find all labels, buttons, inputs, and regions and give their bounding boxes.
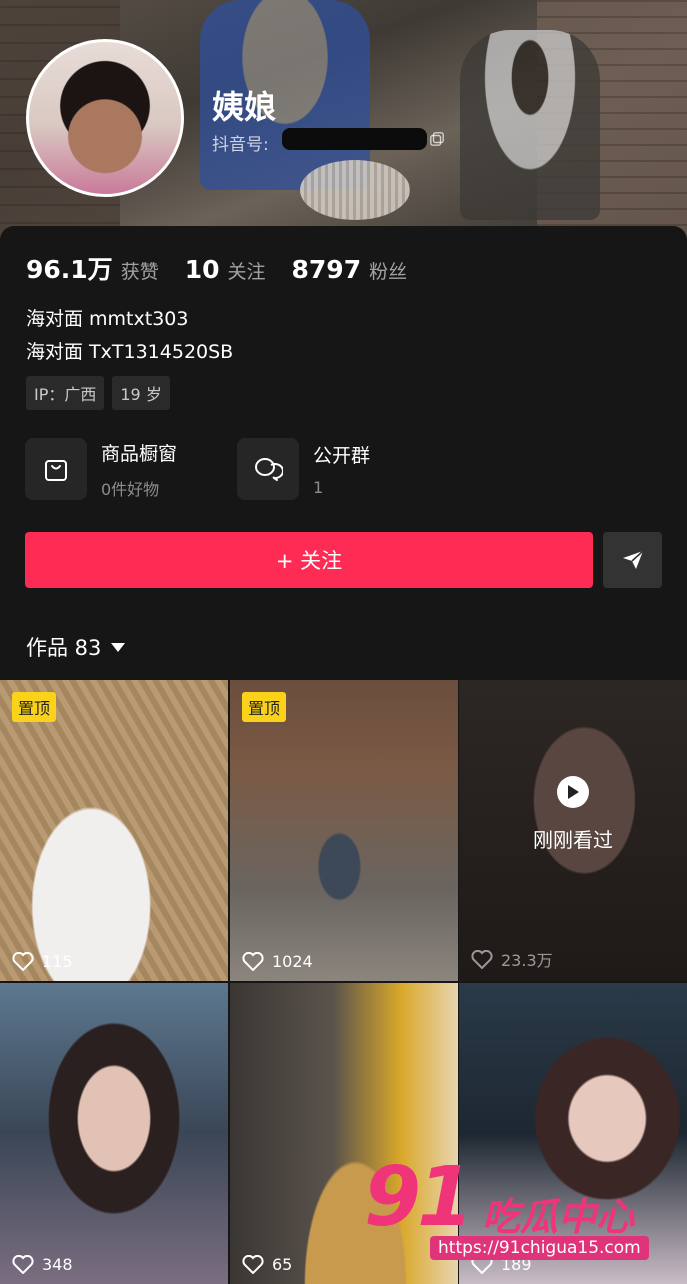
works-tab-label: 作品 83 bbox=[26, 636, 102, 660]
like-count: 348 bbox=[12, 1255, 73, 1274]
like-count-value: 115 bbox=[42, 952, 73, 971]
video-card[interactable]: 348 bbox=[0, 983, 228, 1284]
copy-icon[interactable] bbox=[430, 132, 444, 146]
like-count: 23.3万 bbox=[471, 947, 553, 971]
recently-watched-overlay: 刚刚看过 bbox=[459, 776, 687, 853]
like-count-value: 65 bbox=[272, 1255, 293, 1274]
like-count-value: 23.3万 bbox=[501, 951, 553, 970]
works-tab[interactable]: 作品 83 bbox=[26, 632, 126, 662]
avatar[interactable] bbox=[26, 39, 184, 197]
redacted-id bbox=[282, 128, 427, 150]
heart-icon bbox=[12, 1255, 34, 1274]
stats-row: 96.1万 获赞 10 关注 8797 粉丝 bbox=[26, 250, 433, 286]
play-icon bbox=[557, 776, 589, 808]
video-card[interactable]: 刚刚看过 23.3万 bbox=[459, 680, 687, 981]
like-count: 115 bbox=[12, 952, 73, 971]
feature-subtitle: 0件好物 bbox=[101, 479, 160, 499]
display-name: 姨娘 bbox=[212, 88, 277, 126]
pinned-badge: 置顶 bbox=[242, 692, 287, 722]
stat-label: 粉丝 bbox=[369, 261, 408, 283]
watermark-url: https://91chigua15.com bbox=[430, 1236, 649, 1260]
like-count: 1024 bbox=[242, 952, 313, 971]
age-tag: 19 岁 bbox=[112, 376, 170, 410]
like-count-value: 348 bbox=[42, 1255, 73, 1274]
heart-icon bbox=[242, 1255, 264, 1274]
bio: 海对面 mmtxt303 海对面 TxT1314520SB bbox=[26, 303, 233, 369]
stat-label: 获赞 bbox=[120, 261, 159, 283]
like-count-value: 1024 bbox=[272, 952, 313, 971]
watermark-text: 吃瓜中心 bbox=[482, 1195, 635, 1239]
stat-likes[interactable]: 96.1万 获赞 bbox=[26, 250, 159, 286]
stat-value: 96.1万 bbox=[26, 255, 113, 284]
send-icon bbox=[622, 550, 644, 569]
heart-icon bbox=[12, 952, 34, 971]
ip-tag: IP：广西 bbox=[26, 376, 105, 410]
feature-subtitle: 1 bbox=[313, 478, 324, 497]
stat-followers[interactable]: 8797 粉丝 bbox=[292, 255, 408, 284]
feature-title: 公开群 bbox=[313, 445, 371, 467]
caret-down-icon bbox=[111, 642, 126, 652]
heart-icon bbox=[242, 952, 264, 971]
bio-line: 海对面 mmtxt303 bbox=[26, 308, 189, 330]
feature-title: 商品橱窗 bbox=[101, 442, 178, 465]
public-group-entry[interactable]: 公开群 1 bbox=[237, 438, 370, 500]
shopping-bag-icon bbox=[25, 438, 87, 500]
watermark-number: 91 bbox=[364, 1150, 474, 1245]
stat-label: 关注 bbox=[227, 261, 266, 283]
stat-following[interactable]: 10 关注 bbox=[185, 255, 266, 284]
shop-window-entry[interactable]: 商品橱窗 0件好物 bbox=[25, 438, 177, 500]
chat-bubbles-icon bbox=[237, 438, 299, 500]
stat-value: 8797 bbox=[291, 255, 362, 284]
bio-line: 海对面 TxT1314520SB bbox=[26, 341, 234, 363]
tag-row: IP：广西 19 岁 bbox=[26, 376, 178, 410]
heart-icon bbox=[471, 949, 493, 969]
recently-watched-label: 刚刚看过 bbox=[533, 828, 613, 852]
douyin-id-label: 抖音号: bbox=[212, 135, 269, 155]
stat-value: 10 bbox=[184, 255, 220, 284]
video-card[interactable]: 置顶 115 bbox=[0, 680, 228, 981]
share-button[interactable] bbox=[603, 532, 662, 588]
like-count: 65 bbox=[242, 1255, 292, 1274]
follow-button[interactable]: + 关注 bbox=[25, 532, 593, 588]
pinned-badge: 置顶 bbox=[12, 692, 57, 722]
video-card[interactable]: 置顶 1024 bbox=[230, 680, 458, 981]
watermark: 91 吃瓜中心 https://91chigua15.com bbox=[364, 1150, 687, 1280]
